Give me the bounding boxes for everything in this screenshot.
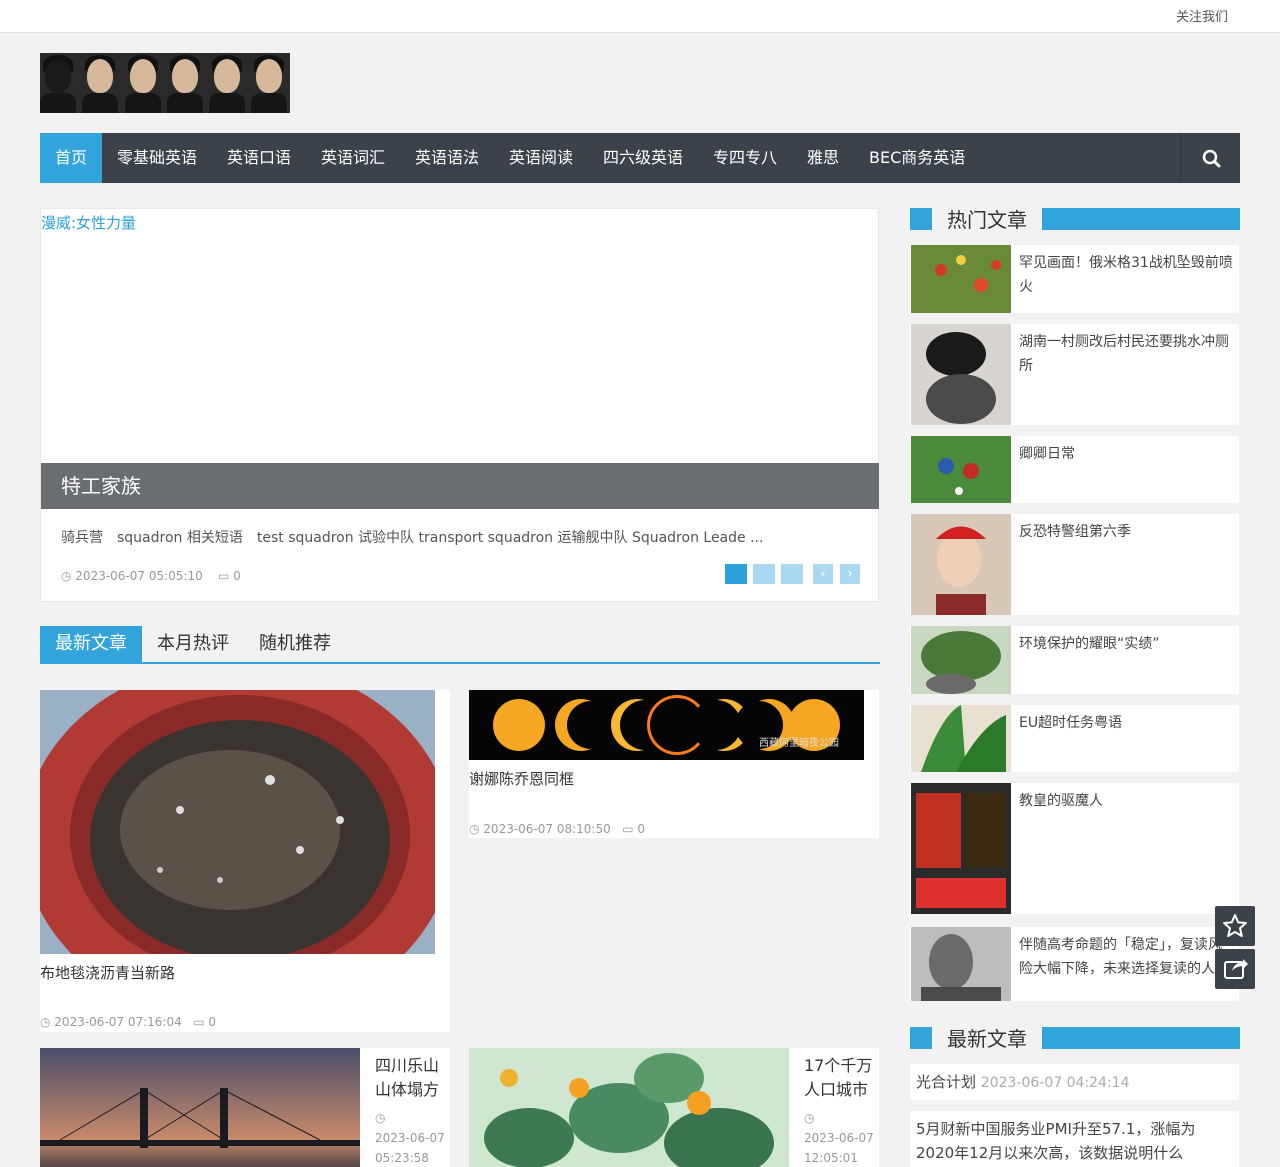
hot-article-title[interactable]: 环境保护的耀眼“实绩” [1019, 632, 1234, 656]
share-button[interactable] [1215, 949, 1255, 989]
hot-article-thumbnail [911, 514, 1011, 615]
latest-articles-title: 最新文章 [947, 1027, 1027, 1051]
search-button[interactable] [1180, 133, 1240, 183]
nav-item-grammar[interactable]: 英语语法 [400, 133, 494, 183]
hot-article-item[interactable]: 湖南一村厕改后村民还要挑水冲厕所 [910, 324, 1239, 425]
hot-article-thumbnail [911, 626, 1011, 694]
post-card[interactable]: 四川乐山山体塌方 ◷ 2023-06-07 05:23:58 [40, 1048, 450, 1167]
latest-article-title[interactable]: 光合计划 [916, 1073, 976, 1091]
latest-article-item[interactable]: 5月财新中国服务业PMI升至57.1，涨幅为2020年12月以来次高，该数据说明… [910, 1111, 1239, 1167]
post-thumbnail [40, 1048, 360, 1167]
post-thumbnail: 西藏阿里暗夜公园 [469, 690, 864, 760]
tab-latest[interactable]: 最新文章 [40, 626, 142, 662]
nav-item-basic-english[interactable]: 零基础英语 [102, 133, 212, 183]
hot-article-title[interactable]: 卿卿日常 [1019, 442, 1234, 466]
post-meta: ◷ 2023-06-07 07:16:04 ▭ 0 [40, 1015, 216, 1029]
post-card[interactable]: 布地毯浇沥青当新路 ◷ 2023-06-07 07:16:04 ▭ 0 [40, 690, 450, 1032]
nav-item-cet[interactable]: 四六级英语 [588, 133, 698, 183]
post-thumbnail [469, 1048, 789, 1167]
hot-article-item[interactable]: 反恐特警组第六季 [910, 514, 1239, 615]
hot-article-thumbnail [911, 324, 1011, 425]
slide-dot-1[interactable] [725, 564, 747, 584]
post-title[interactable]: 谢娜陈乔恩同框 [469, 768, 574, 789]
hot-article-title[interactable]: 伴随高考命题的「稳定」，复读风险大幅下降，未来选择复读的人 [1019, 933, 1234, 981]
hot-article-item[interactable]: EU超时任务粤语 [910, 705, 1239, 772]
share-icon [1224, 959, 1248, 979]
post-card[interactable]: 17个千万人口城市 ◷ 2023-06-07 12:05:01 [469, 1048, 879, 1167]
hot-articles-title: 热门文章 [947, 208, 1027, 232]
header-square [910, 1027, 932, 1049]
post-tabs: 最新文章 本月热评 随机推荐 [40, 626, 880, 664]
hot-article-item[interactable]: 环境保护的耀眼“实绩” [910, 626, 1239, 694]
latest-article-item[interactable]: 光合计划 2023-06-07 04:24:14 [910, 1064, 1239, 1100]
nav-item-ielts[interactable]: 雅思 [792, 133, 854, 183]
search-icon [1202, 149, 1221, 168]
slide-next-button[interactable]: › [840, 564, 860, 584]
slide-caption[interactable]: 特工家族 [41, 463, 879, 509]
hot-article-title[interactable]: EU超时任务粤语 [1019, 711, 1234, 735]
post-date: 2023-06-07 08:10:50 [483, 822, 611, 836]
header-bar [1042, 208, 1240, 230]
post-title[interactable]: 布地毯浇沥青当新路 [40, 962, 175, 983]
comment-icon: ▭ [218, 569, 234, 583]
slide-dot-2[interactable] [753, 564, 775, 584]
hot-article-item[interactable]: 伴随高考命题的「稳定」，复读风险大幅下降，未来选择复读的人 [910, 927, 1239, 1001]
nav-item-tem[interactable]: 专四专八 [698, 133, 792, 183]
post-card[interactable]: 西藏阿里暗夜公园 谢娜陈乔恩同框 ◷ 2023-06-07 08:10:50 ▭… [469, 690, 879, 838]
site-logo[interactable] [40, 53, 290, 113]
post-thumbnail [40, 690, 435, 954]
main-nav: 首页 零基础英语 英语口语 英语词汇 英语语法 英语阅读 四六级英语 专四专八 … [40, 133, 1240, 183]
star-icon [1223, 914, 1247, 937]
nav-item-vocabulary[interactable]: 英语词汇 [306, 133, 400, 183]
hot-article-thumbnail [911, 927, 1011, 1001]
header-bar [1042, 1027, 1240, 1049]
hot-article-thumbnail [911, 783, 1011, 914]
header-square [910, 208, 932, 230]
latest-article-date: 2023-06-07 04:24:14 [980, 1075, 1130, 1091]
slide-meta: ◷ 2023-06-07 05:05:10 ▭ 0 [61, 569, 241, 583]
image-watermark: 西藏阿里暗夜公园 [759, 736, 839, 749]
hot-article-thumbnail [911, 436, 1011, 503]
nav-item-home[interactable]: 首页 [40, 133, 103, 183]
hot-article-title[interactable]: 反恐特警组第六季 [1019, 520, 1234, 544]
slide-date: 2023-06-07 05:05:10 [75, 569, 203, 583]
tab-monthly-hot[interactable]: 本月热评 [142, 626, 244, 662]
hot-article-item[interactable]: 卿卿日常 [910, 436, 1239, 503]
follow-us-link[interactable]: 关注我们 [1176, 6, 1228, 25]
post-title[interactable]: 17个千万人口城市 [804, 1054, 874, 1102]
hot-article-thumbnail [911, 245, 1011, 313]
slide-comments: 0 [233, 569, 241, 583]
slide-image-title[interactable]: 漫威:女性力量 [41, 212, 136, 233]
slide-excerpt: 骑兵营 squadron 相关短语 test squadron 试验中队 tra… [61, 530, 764, 546]
hot-articles-header: 热门文章 [910, 208, 1240, 232]
post-date: 2023-06-07 05:23:58 [375, 1131, 445, 1165]
post-meta: ◷ 2023-06-07 08:10:50 ▭ 0 [469, 822, 645, 836]
hot-article-thumbnail [911, 705, 1011, 772]
hot-article-title[interactable]: 湖南一村厕改后村民还要挑水冲厕所 [1019, 330, 1234, 378]
post-comments: 0 [208, 1015, 216, 1029]
slide-prev-button[interactable]: ‹ [813, 564, 833, 584]
post-title[interactable]: 四川乐山山体塌方 [375, 1054, 445, 1102]
latest-article-title[interactable]: 5月财新中国服务业PMI升至57.1，涨幅为2020年12月以来次高，该数据说明… [916, 1120, 1195, 1162]
tab-random[interactable]: 随机推荐 [244, 626, 346, 662]
slide-dot-3[interactable] [781, 564, 803, 584]
post-date: 2023-06-07 07:16:04 [54, 1015, 182, 1029]
hot-article-title[interactable]: 教皇的驱魔人 [1019, 789, 1234, 813]
nav-item-spoken-english[interactable]: 英语口语 [212, 133, 306, 183]
post-comments: 0 [637, 822, 645, 836]
favorite-button[interactable] [1215, 906, 1255, 946]
hot-article-item[interactable]: 教皇的驱魔人 [910, 783, 1239, 914]
hot-article-title[interactable]: 罕见画面！俄米格31战机坠毁前喷火 [1019, 251, 1234, 299]
post-date: 2023-06-07 12:05:01 [804, 1131, 874, 1165]
latest-articles-header: 最新文章 [910, 1027, 1240, 1051]
top-bar: 关注我们 [0, 0, 1280, 33]
featured-slider: 漫威:女性力量 特工家族 骑兵营 squadron 相关短语 test squa… [40, 208, 879, 602]
nav-item-bec[interactable]: BEC商务英语 [854, 133, 980, 183]
post-meta: ◷ 2023-06-07 05:23:58 [375, 1111, 445, 1165]
nav-item-reading[interactable]: 英语阅读 [494, 133, 588, 183]
post-meta: ◷ 2023-06-07 12:05:01 [804, 1111, 874, 1165]
hot-article-item[interactable]: 罕见画面！俄米格31战机坠毁前喷火 [910, 245, 1239, 313]
clock-icon: ◷ [61, 569, 76, 583]
